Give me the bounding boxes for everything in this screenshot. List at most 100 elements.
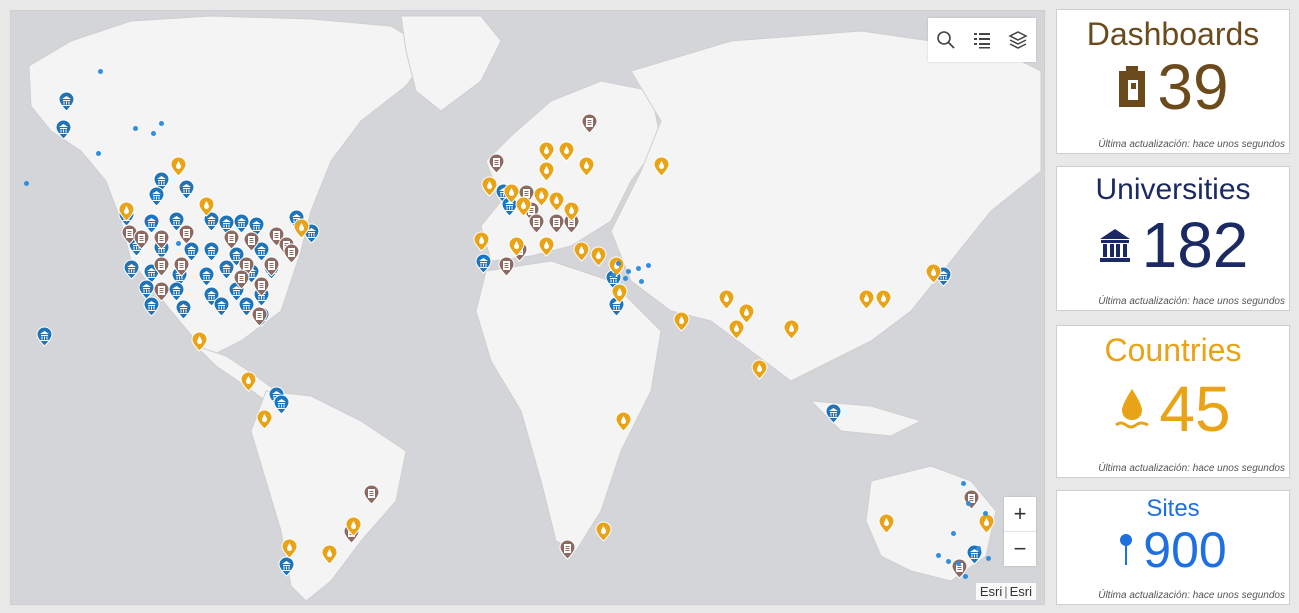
site-point[interactable] [951, 531, 956, 536]
site-point[interactable] [623, 276, 628, 281]
country-marker[interactable] [473, 231, 490, 252]
zoom-out-button[interactable]: − [1004, 531, 1036, 566]
country-marker[interactable] [538, 161, 555, 182]
dashboard-marker[interactable] [153, 229, 170, 250]
site-point[interactable] [176, 241, 181, 246]
country-marker[interactable] [538, 141, 555, 162]
country-marker[interactable] [611, 283, 628, 304]
site-point[interactable] [626, 269, 631, 274]
dashboard-marker[interactable] [223, 229, 240, 250]
country-marker[interactable] [573, 241, 590, 262]
dashboard-marker[interactable] [963, 489, 980, 510]
country-marker[interactable] [515, 196, 532, 217]
country-marker[interactable] [858, 289, 875, 310]
dashboard-marker[interactable] [133, 229, 150, 250]
university-marker[interactable] [55, 119, 72, 140]
university-marker[interactable] [825, 403, 842, 424]
dashboard-marker[interactable] [363, 484, 380, 505]
country-marker[interactable] [198, 196, 215, 217]
dashboard-marker[interactable] [559, 539, 576, 560]
site-point[interactable] [151, 131, 156, 136]
site-point[interactable] [646, 263, 651, 268]
dashboard-marker[interactable] [153, 281, 170, 302]
site-point[interactable] [639, 279, 644, 284]
site-point[interactable] [133, 126, 138, 131]
dashboard-marker[interactable] [263, 256, 280, 277]
dashboard-marker[interactable] [581, 113, 598, 134]
universities-indicator[interactable]: Universities 182 Última actualización: h… [1056, 166, 1290, 311]
dashboard-marker[interactable] [243, 231, 260, 252]
university-marker[interactable] [178, 179, 195, 200]
country-marker[interactable] [718, 289, 735, 310]
site-point[interactable] [611, 273, 616, 278]
country-marker[interactable] [578, 156, 595, 177]
country-marker[interactable] [738, 303, 755, 324]
country-marker[interactable] [673, 311, 690, 332]
country-marker[interactable] [481, 176, 498, 197]
university-marker[interactable] [475, 253, 492, 274]
site-point[interactable] [159, 121, 164, 126]
legend-button[interactable] [967, 25, 997, 55]
site-point[interactable] [24, 181, 29, 186]
university-marker[interactable] [123, 259, 140, 280]
site-point[interactable] [96, 151, 101, 156]
country-marker[interactable] [653, 156, 670, 177]
country-marker[interactable] [978, 513, 995, 534]
dashboard-marker[interactable] [283, 243, 300, 264]
country-marker[interactable] [925, 263, 942, 284]
world-map[interactable]: + − Esri | Esri [10, 10, 1045, 605]
site-point[interactable] [961, 481, 966, 486]
dashboard-marker[interactable] [251, 306, 268, 327]
dashboard-marker[interactable] [488, 153, 505, 174]
country-marker[interactable] [615, 411, 632, 432]
university-marker[interactable] [198, 266, 215, 287]
country-marker[interactable] [563, 201, 580, 222]
site-point[interactable] [936, 553, 941, 558]
university-marker[interactable] [273, 394, 290, 415]
site-point[interactable] [983, 511, 988, 516]
site-point[interactable] [986, 556, 991, 561]
country-marker[interactable] [751, 359, 768, 380]
university-marker[interactable] [58, 91, 75, 112]
university-marker[interactable] [175, 299, 192, 320]
country-marker[interactable] [281, 538, 298, 559]
country-marker[interactable] [783, 319, 800, 340]
layers-button[interactable] [1003, 25, 1033, 55]
country-marker[interactable] [595, 521, 612, 542]
country-marker[interactable] [875, 289, 892, 310]
dashboard-marker[interactable] [233, 269, 250, 290]
country-marker[interactable] [508, 236, 525, 257]
country-marker[interactable] [293, 218, 310, 239]
dashboard-marker[interactable] [173, 256, 190, 277]
university-marker[interactable] [213, 296, 230, 317]
country-marker[interactable] [170, 156, 187, 177]
site-point[interactable] [616, 261, 621, 266]
country-marker[interactable] [118, 201, 135, 222]
sites-indicator[interactable]: Sites 900 Última actualización: hace uno… [1056, 490, 1290, 605]
site-point[interactable] [636, 266, 641, 271]
zoom-in-button[interactable]: + [1004, 497, 1036, 531]
site-point[interactable] [963, 574, 968, 579]
country-marker[interactable] [256, 409, 273, 430]
country-marker[interactable] [878, 513, 895, 534]
university-marker[interactable] [148, 186, 165, 207]
dashboard-marker[interactable] [153, 256, 170, 277]
country-marker[interactable] [590, 246, 607, 267]
country-marker[interactable] [538, 236, 555, 257]
university-marker[interactable] [278, 556, 295, 577]
site-point[interactable] [966, 501, 971, 506]
country-marker[interactable] [558, 141, 575, 162]
dashboards-indicator[interactable]: Dashboards 39 Última actualización: hace… [1056, 9, 1290, 154]
country-marker[interactable] [191, 331, 208, 352]
country-marker[interactable] [345, 516, 362, 537]
search-button[interactable] [931, 25, 961, 55]
dashboard-marker[interactable] [253, 276, 270, 297]
site-point[interactable] [976, 546, 981, 551]
country-marker[interactable] [240, 371, 257, 392]
site-point[interactable] [98, 69, 103, 74]
country-marker[interactable] [321, 544, 338, 565]
countries-indicator[interactable]: Countries 45 Última actualización: hace … [1056, 325, 1290, 478]
site-point[interactable] [946, 559, 951, 564]
site-point[interactable] [956, 561, 961, 566]
university-marker[interactable] [36, 326, 53, 347]
